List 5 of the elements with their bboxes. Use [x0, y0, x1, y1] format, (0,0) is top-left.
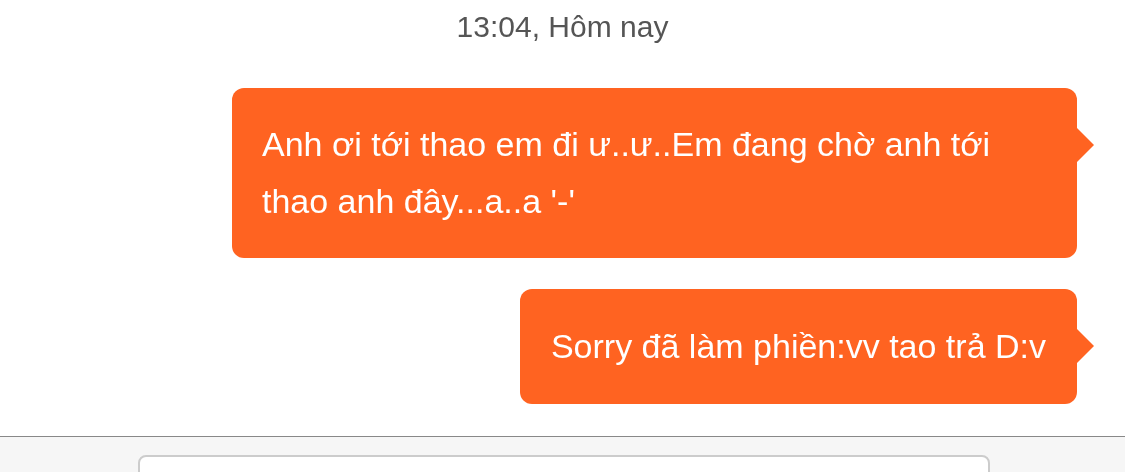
message-bubble: Sorry đã làm phiền:vv tao trả D:v — [519, 289, 1077, 404]
bubble-tail — [1077, 128, 1094, 162]
message-bubble: Anh ơi tới thao em đi ư..ư..Em đang chờ anh tới thao anh đây...a..a '-' — [232, 88, 1077, 258]
timestamp: 13:04, Hôm nay — [456, 9, 669, 45]
bubble-tail — [1077, 329, 1094, 363]
